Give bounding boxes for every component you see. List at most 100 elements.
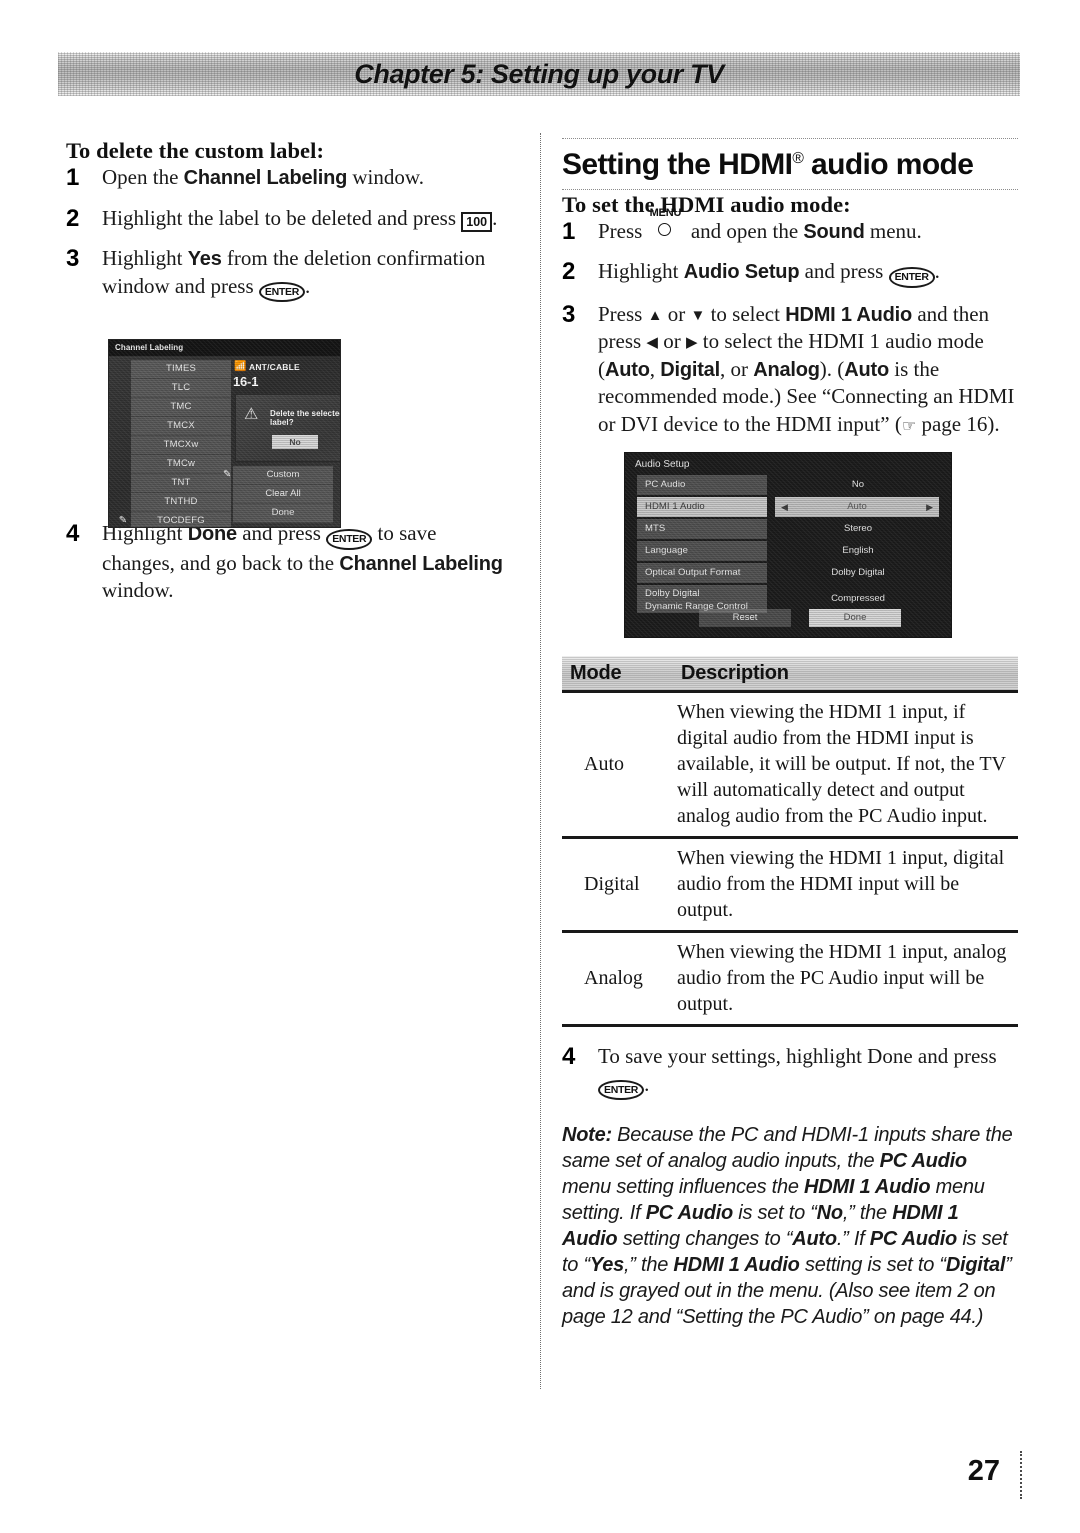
step-text-p3: to select — [705, 301, 786, 326]
column-header-mode: Mode — [562, 656, 673, 694]
page-title: Setting the HDMI® audio mode — [562, 138, 1018, 190]
step-text: Highlight — [598, 259, 684, 284]
step-text: Open the — [102, 165, 184, 189]
delete-confirmation-dialog: ⚠ Delete the selected custom label? No Y… — [235, 394, 340, 462]
audio-setup-row-language[interactable]: Language English — [637, 541, 939, 562]
channel-list-item[interactable]: TMCw — [131, 455, 231, 474]
step-number: 4 — [66, 520, 80, 547]
channel-list-item[interactable]: TMCXw — [131, 436, 231, 455]
note-seg-9: ,” the — [624, 1254, 674, 1277]
step-text: Press — [598, 301, 648, 326]
step-text-tail: . — [492, 205, 498, 230]
channel-list-item[interactable]: TMC — [131, 398, 231, 417]
step-text: Highlight the label to be deleted and pr… — [102, 205, 462, 230]
arrow-right-icon: ▶ — [685, 335, 698, 352]
ui-term-auto-2: Auto — [844, 358, 890, 381]
column-header-description: Description — [673, 656, 1018, 694]
source-label-row: 📶 ANT/CABLE — [233, 360, 333, 374]
step-text-tail: menu. — [864, 218, 922, 243]
ui-term-analog: Analog — [753, 358, 820, 381]
row-label: HDMI 1 Audio — [637, 497, 767, 518]
channel-list-item[interactable]: TNTHD — [131, 493, 231, 512]
key-enter-icon: ENTER — [326, 529, 373, 550]
step-text: To save your settings, highlight Done an… — [598, 1044, 997, 1069]
column-divider — [540, 133, 541, 1389]
delete-custom-label-heading: To delete the custom label: — [66, 138, 325, 163]
note-block: Note: Because the PC and HDMI-1 inputs s… — [562, 1122, 1018, 1330]
dialog-yes-button[interactable]: Yes — [332, 435, 340, 449]
step-2-highlight-audio-setup: 2 Highlight Audio Setup and press ENTER. — [562, 258, 1018, 288]
step-text-p8: , or — [719, 356, 754, 381]
dialog-no-button[interactable]: No — [272, 435, 318, 449]
channel-name: TMCw — [166, 458, 196, 469]
note-term-pc-audio-3: PC Audio — [869, 1228, 958, 1251]
audio-setup-screenshot: Audio Setup PC Audio No HDMI 1 Audio ◀ A… — [624, 452, 952, 639]
chapter-title: Chapter 5: Setting up your TV — [354, 59, 724, 89]
note-seg-4: is set to “ — [732, 1202, 817, 1225]
step-4-highlight-done: 4 Highlight Done and press ENTER to save… — [66, 520, 512, 605]
channel-labeling-buttons: ✎ Custom Clear All Done — [223, 466, 333, 523]
audio-setup-row-pc-audio[interactable]: PC Audio No — [637, 475, 939, 496]
step-3-select-hdmi-audio: 3 Press ▲ or ▼ to select HDMI 1 Audio an… — [562, 301, 1018, 439]
audio-setup-row-mts[interactable]: MTS Stereo — [637, 519, 939, 540]
pencil-icon: ✎ — [223, 469, 232, 480]
mode-description: When viewing the HDMI 1 input, digital a… — [673, 837, 1018, 934]
dialog-message: Delete the selected custom label? — [270, 409, 340, 427]
channel-list-item[interactable]: ✎ TOCDEFG — [119, 512, 231, 527]
note-seg-6: setting changes to “ — [617, 1228, 793, 1251]
channel-name: TNTHD — [164, 496, 198, 507]
channel-name: TNT — [171, 477, 191, 488]
pointing-hand-icon: ☞ — [901, 415, 917, 435]
step-number: 3 — [66, 245, 80, 272]
channel-labeling-title: Channel Labeling — [115, 343, 184, 352]
row-label: Language — [637, 541, 767, 562]
channel-list-item[interactable]: TNT — [131, 474, 231, 493]
pencil-icon: ✎ — [118, 515, 128, 526]
arrow-right-icon[interactable]: ▶ — [926, 497, 933, 517]
audio-setup-row-optical-output-format[interactable]: Optical Output Format Dolby Digital — [637, 563, 939, 584]
antenna-icon: 📶 — [234, 361, 247, 372]
ui-term-hdmi-1-audio: HDMI 1 Audio — [785, 303, 913, 326]
ui-term-auto: Auto — [605, 358, 650, 381]
channel-name: TMCXw — [163, 439, 199, 450]
clear-all-button-label: Clear All — [265, 488, 301, 499]
arrow-left-icon[interactable]: ◀ — [781, 497, 788, 517]
audio-setup-row-hdmi-1-audio[interactable]: HDMI 1 Audio ◀ Auto ▶ — [637, 497, 939, 518]
audio-setup-title: Audio Setup — [635, 459, 690, 471]
ui-term-yes: Yes — [187, 248, 222, 270]
channel-source-info: 📶 ANT/CABLE 16-1 — [233, 360, 333, 390]
step-text: Highlight — [102, 246, 188, 270]
footer-rule — [1020, 1451, 1022, 1499]
page-number: 27 — [967, 1455, 1000, 1487]
step-2-highlight-label: 2 Highlight the label to be deleted and … — [66, 205, 512, 232]
done-button[interactable]: Done — [809, 609, 901, 628]
ui-term-sound: Sound — [803, 220, 865, 243]
step-text-tail: window. — [347, 165, 424, 189]
table-row: Digital When viewing the HDMI 1 input, d… — [562, 837, 1018, 934]
custom-button[interactable]: ✎ Custom — [223, 466, 333, 485]
channel-list-item[interactable]: TIMES — [131, 360, 231, 379]
reset-button[interactable]: Reset — [699, 609, 791, 628]
key-100-icon: 100 — [461, 211, 493, 232]
note-term-pc-audio-2: PC Audio — [645, 1202, 734, 1225]
custom-button-label: Custom — [266, 469, 300, 480]
channel-list-item[interactable]: TLC — [131, 379, 231, 398]
hdmi-audio-mode-table: Mode Description Auto When viewing the H… — [562, 656, 1018, 1028]
key-enter-icon: ENTER — [598, 1079, 645, 1101]
arrow-down-icon: ▼ — [690, 307, 706, 324]
done-button[interactable]: Done — [233, 504, 333, 523]
audio-setup-footer-buttons: Reset Done — [637, 609, 939, 628]
source-label: ANT/CABLE — [249, 362, 300, 372]
channel-list-item[interactable]: TMCX — [131, 417, 231, 436]
right-column: Setting the HDMI® audio mode To set the … — [562, 138, 1018, 1330]
row-label: Optical Output Format — [637, 563, 767, 584]
step-4-save-settings: 4 To save your settings, highlight Done … — [562, 1043, 1018, 1101]
page-footer: 27 — [930, 1451, 1030, 1515]
step-1-press-menu: 1 Press MENU and open the Sound menu. — [562, 207, 1018, 246]
note-seg-10: setting is set to “ — [799, 1254, 946, 1277]
clear-all-button[interactable]: Clear All — [233, 485, 333, 504]
row-value: English — [842, 545, 874, 557]
arrow-up-icon: ▲ — [647, 307, 663, 324]
set-hdmi-audio-heading: To set the HDMI audio mode: — [562, 191, 851, 217]
mode-value: Auto — [562, 691, 673, 840]
